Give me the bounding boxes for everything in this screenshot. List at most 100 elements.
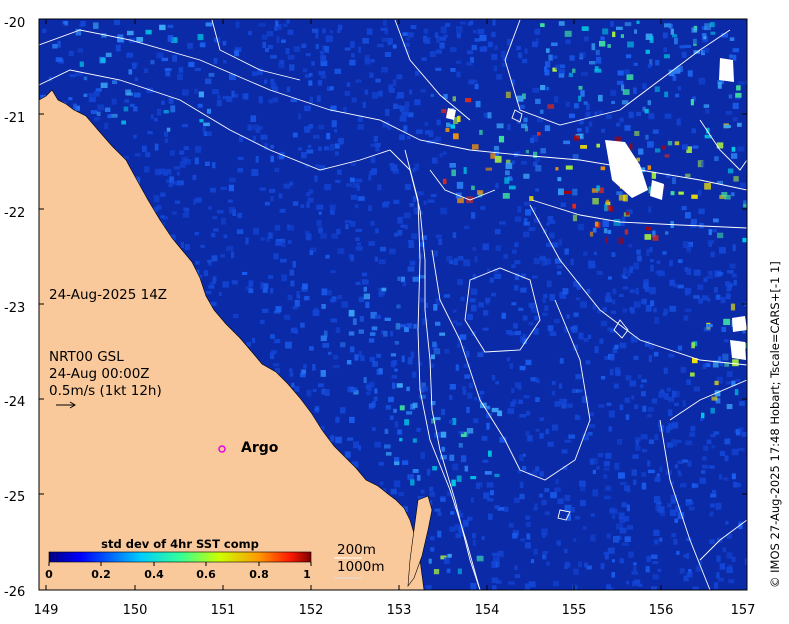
sst-pixel xyxy=(606,533,611,539)
sst-pixel xyxy=(406,136,411,140)
sst-pixel xyxy=(511,388,515,393)
sst-pixel xyxy=(330,86,334,91)
sst-pixel xyxy=(539,471,544,477)
sst-pixel xyxy=(685,440,693,446)
sst-pixel xyxy=(509,363,514,369)
sst-pixel xyxy=(645,566,650,573)
sst-pixel xyxy=(731,153,738,159)
sst-pixel xyxy=(394,480,401,488)
x-tick-label: 155 xyxy=(562,603,587,618)
sst-pixel xyxy=(440,431,447,438)
sst-pixel xyxy=(211,255,218,262)
sst-pixel xyxy=(600,36,605,41)
sst-pixel xyxy=(403,125,408,133)
sst-pixel xyxy=(651,554,658,560)
sst-pixel xyxy=(494,273,502,280)
sst-pixel xyxy=(714,156,719,162)
sst-pixel xyxy=(722,353,729,361)
sst-pixel xyxy=(506,357,511,362)
sst-pixel xyxy=(344,47,351,51)
sst-pixel xyxy=(205,22,213,27)
sst-pixel xyxy=(514,574,521,579)
sst-pixel xyxy=(641,482,647,490)
sst-pixel xyxy=(406,411,413,415)
sst-pixel xyxy=(723,339,729,343)
colorbar-tick-label: 0.4 xyxy=(144,568,164,581)
sst-pixel xyxy=(337,294,342,300)
sst-pixel xyxy=(498,550,504,557)
sst-pixel xyxy=(168,97,174,104)
sst-pixel xyxy=(275,240,283,246)
sst-pixel xyxy=(702,363,707,370)
sst-pixel xyxy=(619,516,626,524)
sst-pixel xyxy=(317,383,324,388)
sst-pixel xyxy=(235,21,240,28)
sst-pixel xyxy=(602,28,609,35)
sst-pixel xyxy=(426,468,431,476)
sst-pixel xyxy=(311,61,315,66)
sst-pixel xyxy=(492,19,496,26)
sst-pixel xyxy=(444,557,450,564)
sst-pixel xyxy=(625,414,630,420)
sst-pixel xyxy=(166,179,170,183)
sst-pixel xyxy=(539,432,544,439)
sst-pixel xyxy=(573,135,580,141)
sst-pixel xyxy=(667,141,673,146)
sst-pixel xyxy=(464,374,471,379)
sst-pixel xyxy=(397,229,403,236)
sst-pixel xyxy=(632,454,639,459)
sst-pixel xyxy=(450,47,457,52)
sst-pixel xyxy=(250,115,257,122)
sst-pixel xyxy=(431,157,438,164)
sst-pixel xyxy=(580,72,588,77)
sst-pixel xyxy=(412,276,419,282)
sst-pixel xyxy=(676,118,681,126)
sst-pixel xyxy=(264,79,268,84)
sst-pixel xyxy=(484,471,492,475)
sst-pixel xyxy=(188,61,195,68)
sst-pixel xyxy=(707,240,714,244)
sst-pixel xyxy=(399,324,407,328)
sst-pixel xyxy=(409,260,416,266)
sst-pixel xyxy=(508,185,516,190)
sst-pixel xyxy=(446,568,451,574)
sst-pixel xyxy=(535,188,540,192)
sst-pixel xyxy=(614,344,619,350)
sst-pixel xyxy=(371,92,379,99)
sst-pixel xyxy=(625,211,630,216)
sst-pixel xyxy=(277,154,281,160)
sst-pixel xyxy=(558,383,563,389)
sst-pixel xyxy=(104,107,111,112)
sst-pixel xyxy=(624,69,630,75)
sst-pixel xyxy=(711,228,718,233)
sst-pixel xyxy=(709,511,714,517)
sst-pixel xyxy=(281,39,286,43)
sst-pixel xyxy=(735,378,741,382)
sst-pixel xyxy=(433,250,438,257)
sst-pixel xyxy=(335,327,341,334)
sst-pixel xyxy=(616,438,623,445)
sst-pixel xyxy=(353,441,360,449)
sst-pixel xyxy=(661,145,667,150)
sst-pixel xyxy=(560,202,566,208)
sst-pixel xyxy=(278,193,283,199)
sst-pixel xyxy=(573,312,579,317)
sst-pixel xyxy=(457,279,464,285)
sst-pixel xyxy=(542,554,547,560)
sst-pixel xyxy=(430,547,435,552)
sst-pixel xyxy=(688,506,695,511)
sst-pixel xyxy=(531,275,538,279)
sst-pixel xyxy=(242,93,249,100)
sst-pixel xyxy=(498,135,505,143)
sst-pixel xyxy=(726,371,733,378)
sst-pixel xyxy=(222,95,230,100)
sst-pixel xyxy=(326,132,331,140)
sst-pixel xyxy=(594,68,602,73)
sst-pixel xyxy=(300,322,305,328)
sst-pixel xyxy=(613,219,621,226)
sst-pixel xyxy=(716,142,724,149)
sst-pixel xyxy=(83,76,88,81)
sst-pixel xyxy=(248,288,254,294)
sst-pixel xyxy=(287,29,294,35)
sst-pixel xyxy=(540,85,546,91)
